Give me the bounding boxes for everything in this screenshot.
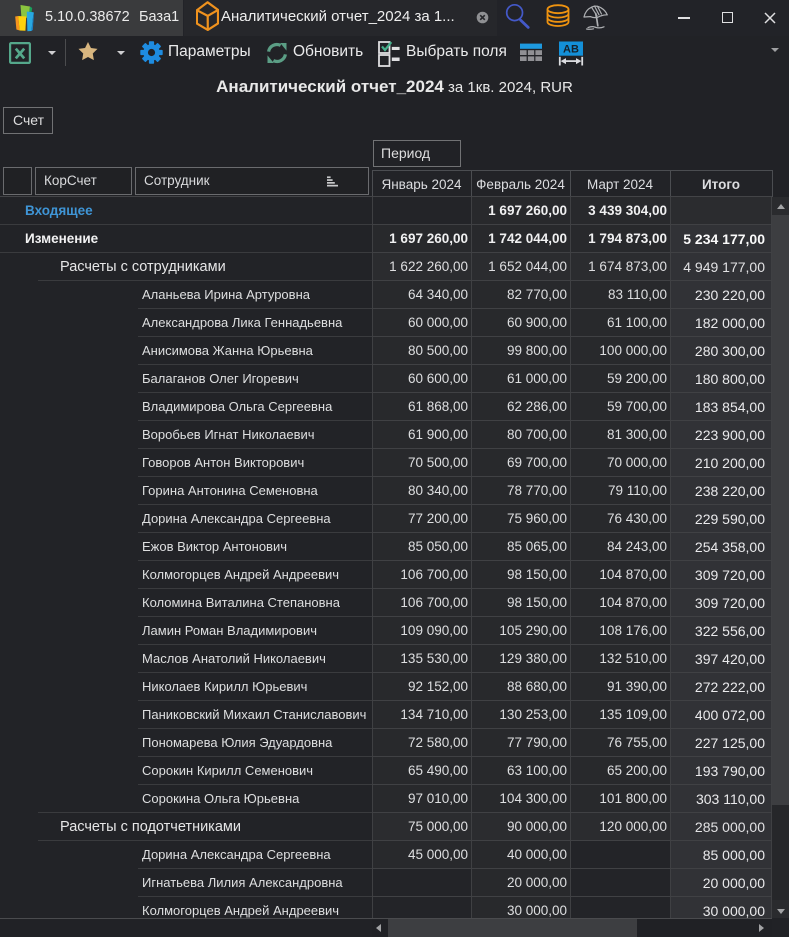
svg-text:AB: AB bbox=[563, 44, 579, 56]
